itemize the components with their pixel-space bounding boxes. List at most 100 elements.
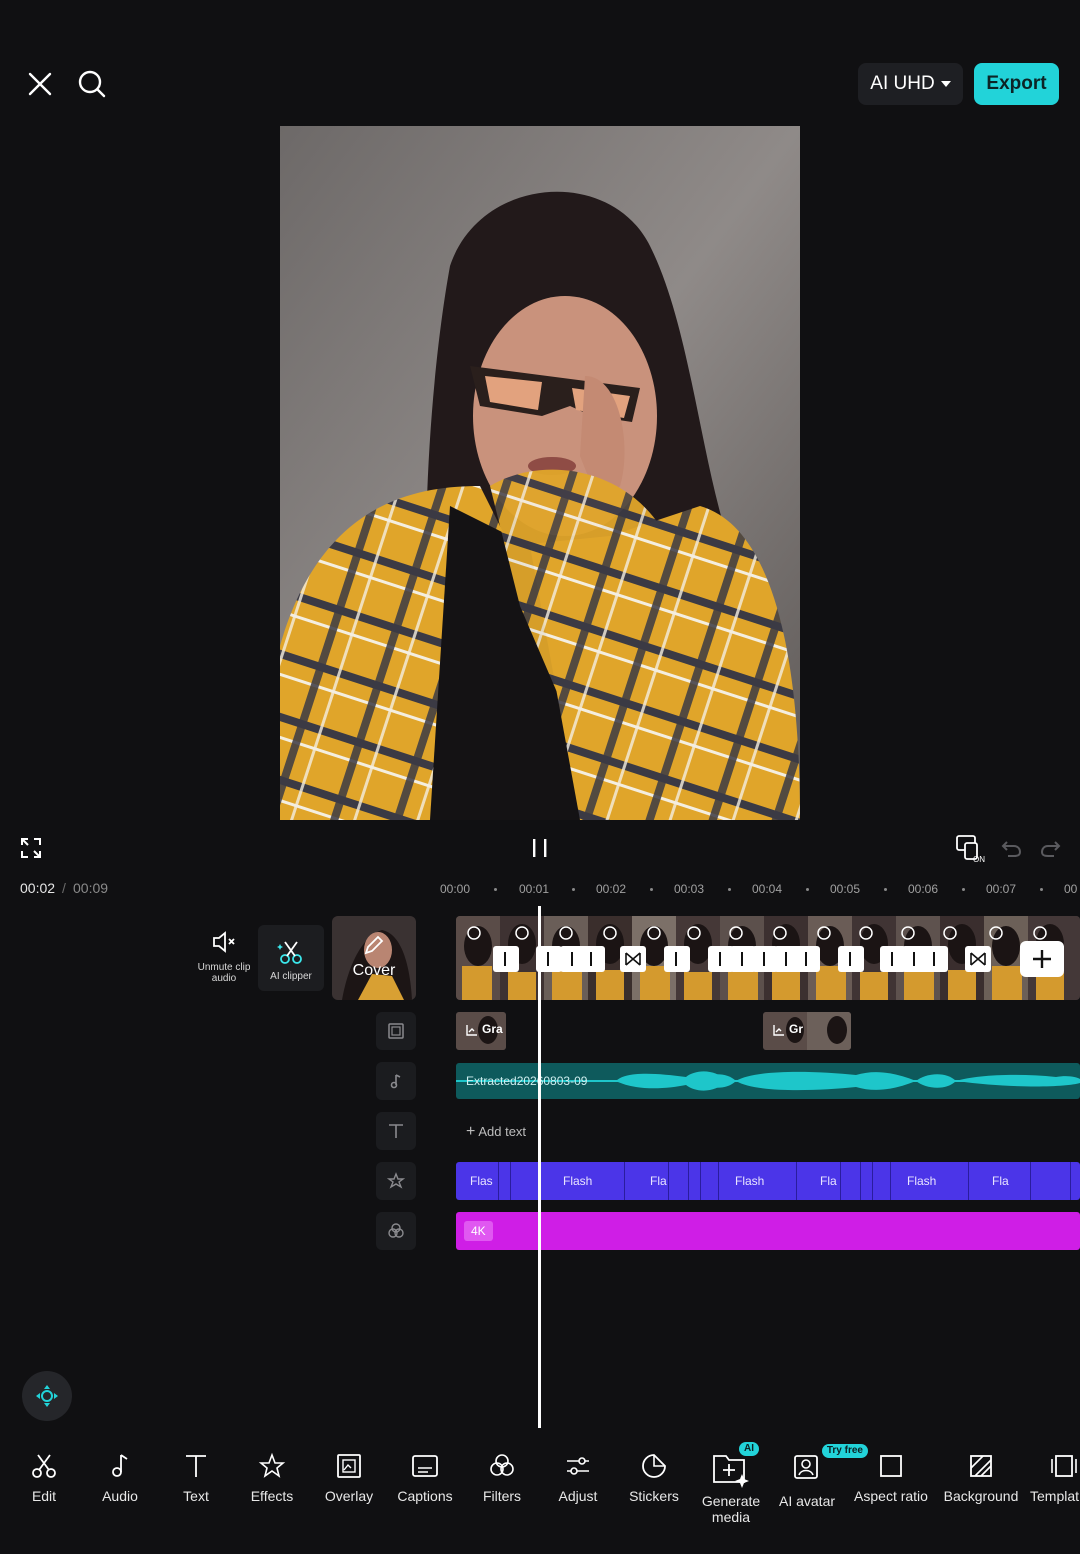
transition-bowtie-icon[interactable] — [620, 946, 646, 972]
compare-toggle-icon[interactable]: ON — [952, 830, 990, 866]
ai-scissors-icon — [277, 941, 302, 964]
toolbar-label: Stickers — [629, 1488, 679, 1504]
cover-label: Cover — [352, 962, 396, 979]
effect-segment[interactable] — [1030, 1162, 1040, 1200]
toolbar-label: Background — [943, 1488, 1019, 1504]
effect-segment[interactable] — [872, 1162, 880, 1200]
toolbar-aspect-ratio[interactable]: Aspect ratio — [850, 1452, 932, 1504]
redo-icon[interactable] — [1036, 832, 1066, 864]
effect-segment[interactable] — [796, 1162, 808, 1200]
transition-marker[interactable] — [579, 946, 605, 972]
toolbar-ai-avatar[interactable]: Try free AI avatar — [776, 1444, 868, 1509]
effect-segment[interactable] — [860, 1162, 868, 1200]
ruler-tick: 00:05 — [830, 882, 861, 896]
transition-marker[interactable] — [664, 946, 690, 972]
sliders-icon — [567, 1457, 589, 1475]
ai-clipper-button[interactable]: AI clipper — [258, 925, 324, 991]
effect-segment[interactable] — [1070, 1162, 1080, 1200]
add-text-button[interactable]: + Add text — [466, 1123, 526, 1141]
audio-track[interactable]: Extracted20260803-09 — [456, 1063, 1080, 1099]
effects-track-button[interactable] — [376, 1162, 416, 1200]
toolbar-adjust[interactable]: Adjust — [550, 1452, 606, 1504]
toolbar-audio[interactable]: Audio — [92, 1452, 148, 1504]
overlay-track-button[interactable] — [376, 1012, 416, 1050]
effects-track[interactable]: Flas Flash Fla Flash Fla Flash Fla — [456, 1162, 1080, 1200]
effect-segment[interactable] — [700, 1162, 708, 1200]
filters-icon — [490, 1454, 514, 1476]
music-note-icon — [390, 1074, 401, 1089]
captions-icon — [412, 1455, 438, 1477]
toolbar-label: Aspect ratio — [854, 1488, 928, 1504]
effect-segment[interactable] — [840, 1162, 850, 1200]
ruler-tick: 00:07 — [986, 882, 1017, 896]
toolbar-stickers[interactable]: Stickers — [622, 1452, 686, 1504]
overlay-icon — [388, 1023, 404, 1039]
aspect-ratio-icon — [880, 1455, 902, 1477]
effect-segment[interactable] — [968, 1162, 980, 1200]
effect-segment[interactable] — [890, 1162, 900, 1200]
effect-segment[interactable] — [688, 1162, 696, 1200]
add-clip-button[interactable] — [1020, 941, 1064, 977]
effect-segment[interactable] — [510, 1162, 522, 1200]
effect-label: Fla — [650, 1174, 667, 1188]
overlay-clip[interactable]: Gra — [456, 1012, 506, 1050]
toolbar-filters[interactable]: Filters — [474, 1452, 530, 1504]
overlay-icon — [337, 1454, 361, 1478]
toolbar-label: Filters — [482, 1488, 522, 1504]
time-separator: / — [62, 880, 66, 896]
plus-icon: + — [466, 1123, 476, 1140]
ruler-tick: 00:00 — [440, 882, 471, 896]
toolbar-overlay[interactable]: Overlay — [318, 1452, 380, 1504]
ruler-dot — [728, 888, 731, 891]
undo-icon[interactable] — [996, 832, 1026, 864]
pause-icon[interactable] — [522, 832, 558, 864]
ruler-dot — [650, 888, 653, 891]
effect-segment[interactable] — [498, 1162, 510, 1200]
cover-button[interactable]: Cover — [332, 916, 416, 1000]
ruler-dot — [884, 888, 887, 891]
fullscreen-icon[interactable] — [14, 832, 48, 864]
edit-pencil-icon — [364, 935, 384, 955]
transition-bowtie-icon[interactable] — [965, 946, 991, 972]
effect-segment[interactable] — [718, 1162, 728, 1200]
total-time: 00:09 — [73, 880, 109, 896]
close-icon[interactable] — [20, 64, 60, 104]
ruler-dot — [1040, 888, 1043, 891]
filter-track[interactable]: 4K — [456, 1212, 1080, 1250]
video-preview[interactable] — [280, 126, 800, 820]
effect-segment[interactable] — [624, 1162, 636, 1200]
transition-marker[interactable] — [922, 946, 948, 972]
unmute-clip-audio-button[interactable]: Unmute clip audio — [196, 930, 252, 992]
effect-label: Flash — [907, 1174, 937, 1188]
effect-segment[interactable] — [668, 1162, 678, 1200]
search-icon[interactable] — [72, 64, 112, 104]
toolbar-generate-media[interactable]: AI Generate media — [698, 1442, 764, 1525]
toolbar-effects[interactable]: Effects — [244, 1452, 300, 1504]
overlay-clip-label: Gr — [789, 1022, 804, 1036]
toolbar-label: Audio — [102, 1488, 138, 1504]
transition-marker[interactable] — [493, 946, 519, 972]
toolbar-text[interactable]: Text — [170, 1452, 222, 1504]
filters-track-button[interactable] — [376, 1212, 416, 1250]
audio-track-button[interactable] — [376, 1062, 416, 1100]
quality-dropdown[interactable]: AI UHD — [858, 63, 963, 105]
toolbar-label: Captions — [397, 1488, 453, 1504]
ruler-tick: 00:02 — [596, 882, 627, 896]
toolbar-captions[interactable]: Captions — [392, 1452, 458, 1504]
toolbar-background[interactable]: Background — [940, 1452, 1022, 1504]
toolbar-template[interactable]: Templat — [1030, 1452, 1080, 1504]
overlay-clip-icon — [466, 1025, 477, 1036]
playhead[interactable] — [538, 906, 541, 1428]
bottom-toolbar: Edit Audio Text Effects Overlay Captions… — [0, 1434, 1080, 1544]
transition-marker[interactable] — [838, 946, 864, 972]
toolbar-edit[interactable]: Edit — [18, 1452, 70, 1504]
audio-track-label: Extracted20260803-09 — [466, 1074, 588, 1088]
muted-speaker-icon — [213, 931, 235, 953]
overlay-clip[interactable]: Gr — [763, 1012, 851, 1050]
text-track-button[interactable] — [376, 1112, 416, 1150]
current-time: 00:02 — [20, 880, 56, 896]
export-button[interactable]: Export — [974, 63, 1059, 105]
keyframe-button[interactable] — [22, 1371, 72, 1421]
transition-marker[interactable] — [794, 946, 820, 972]
filter-label: 4K — [464, 1221, 493, 1241]
